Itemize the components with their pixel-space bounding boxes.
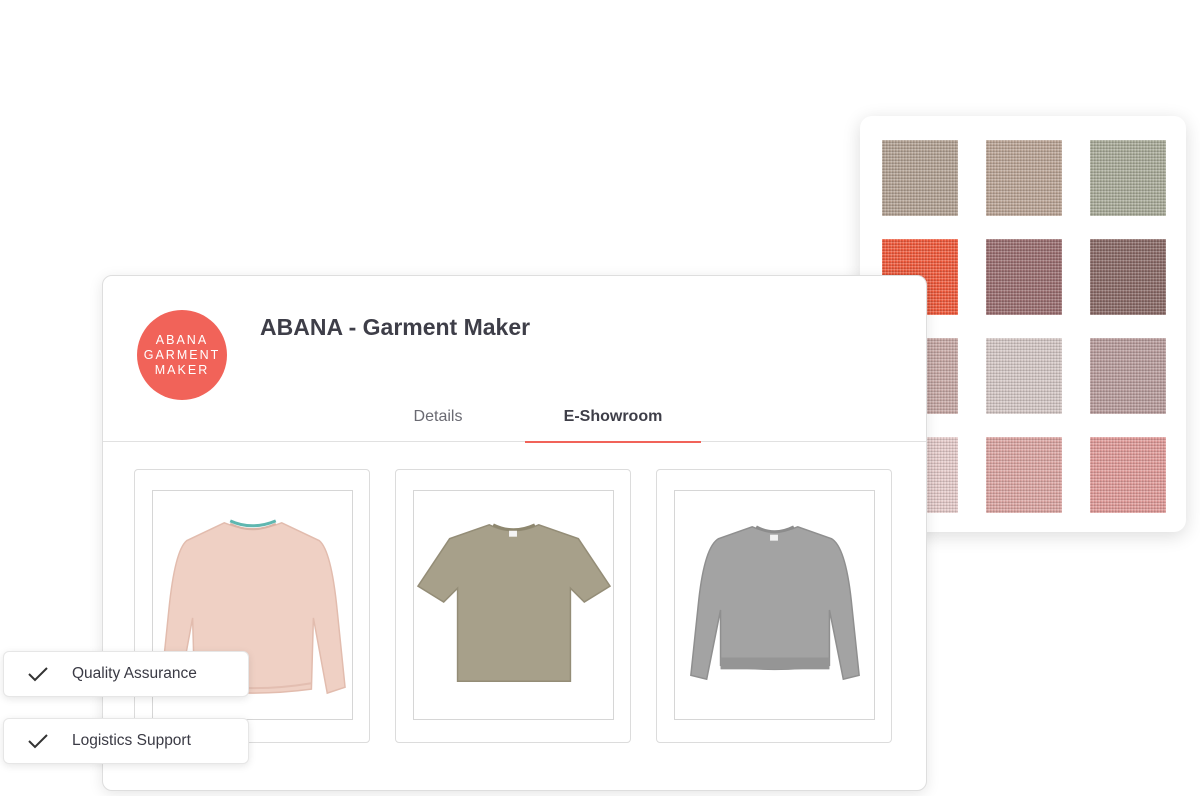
fabric-swatch[interactable] [986, 437, 1062, 513]
check-icon [4, 651, 72, 697]
fabric-swatch[interactable] [986, 140, 1062, 216]
company-name: ABANA - Garment Maker [260, 314, 531, 340]
product-card[interactable] [134, 469, 370, 743]
product-image-frame [413, 490, 614, 720]
logo-line: GARMENT [143, 347, 221, 362]
tab-label: E-Showroom [563, 408, 663, 425]
feature-badge-quality-assurance: Quality Assurance [3, 651, 249, 697]
active-tab-indicator [525, 441, 701, 443]
logo-line: ABANA [155, 332, 209, 347]
feature-badge-logistics-support: Logistics Support [3, 718, 249, 764]
fabric-swatch[interactable] [1090, 239, 1166, 315]
supplier-card: ABANA GARMENT MAKER ABANA - Garment Make… [102, 275, 927, 791]
fabric-swatch[interactable] [882, 140, 958, 216]
tab-details[interactable]: Details [373, 392, 503, 442]
olive-tshirt-image [416, 523, 612, 682]
check-icon [4, 718, 72, 764]
fabric-swatch[interactable] [1090, 338, 1166, 414]
feature-label: Logistics Support [72, 732, 191, 749]
fabric-swatch[interactable] [986, 239, 1062, 315]
garment-showroom-photo [520, 40, 880, 300]
product-image-frame [674, 490, 875, 720]
tab-bar: Details E-Showroom [103, 392, 926, 443]
fabric-swatch[interactable] [986, 338, 1062, 414]
tab-e-showroom[interactable]: E-Showroom [525, 392, 701, 443]
product-card[interactable] [656, 469, 892, 743]
tab-label: Details [413, 408, 463, 425]
gray-sweatshirt-image [690, 525, 860, 681]
product-card[interactable] [395, 469, 631, 743]
logo-line: MAKER [154, 362, 210, 377]
fabric-swatch[interactable] [1090, 140, 1166, 216]
feature-label: Quality Assurance [72, 665, 197, 682]
fabric-swatch[interactable] [1090, 437, 1166, 513]
company-logo: ABANA GARMENT MAKER [137, 310, 227, 400]
